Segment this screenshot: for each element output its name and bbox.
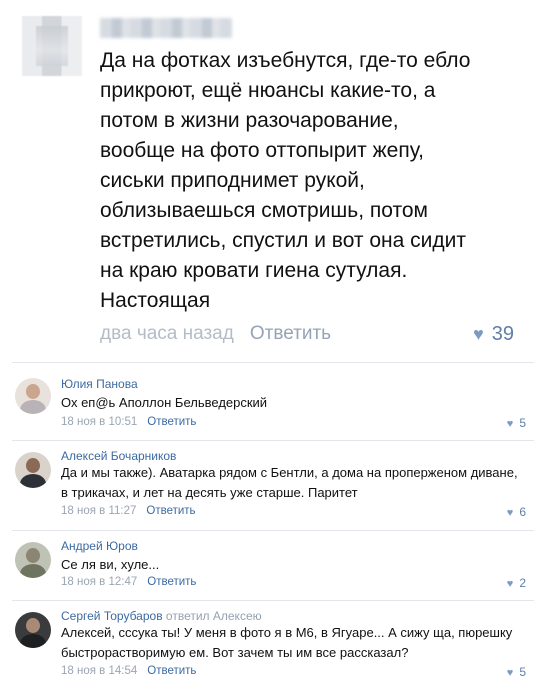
comment-text: Ох еп@ь Аполлон Бельведерский <box>61 393 531 413</box>
comment-time[interactable]: 18 ноя в 11:27 <box>61 505 136 517</box>
like-button[interactable]: ♥ 2 <box>507 576 526 590</box>
comment-line: Алексей, сссука ты! У меня в фото я в М6… <box>61 625 513 640</box>
comment-item: Алексей Бочарников Да и мы также). Авата… <box>0 446 542 526</box>
comment-line: Ох еп@ь Аполлон Бельведерский <box>61 395 268 410</box>
comment-line: Да и мы также). Аватарка рядом с Бентли,… <box>61 465 518 480</box>
heart-icon: ♥ <box>506 667 514 679</box>
comment-line: встретились, спустил и вот она сидит <box>100 229 466 252</box>
comment-time[interactable]: два часа назад <box>100 323 234 344</box>
like-button[interactable]: ♥ 5 <box>507 665 526 679</box>
author-name[interactable]: Алексей Бочарников <box>61 449 176 463</box>
like-button[interactable]: ♥ 6 <box>507 505 526 519</box>
like-button[interactable]: ♥ 39 <box>473 323 514 346</box>
comment-text: Да и мы также). Аватарка рядом с Бентли,… <box>61 463 531 503</box>
blurred-author-name[interactable] <box>100 18 232 38</box>
comment-meta: 18 ноя в 14:54 Ответить <box>61 665 196 677</box>
divider <box>12 440 534 441</box>
comment-text: Се ля ви, хуле... <box>61 555 531 575</box>
comment-meta: два часа назад Ответить <box>100 323 331 345</box>
comment-line: потом в жизни разочарование, <box>100 109 399 132</box>
like-button[interactable]: ♥ 5 <box>507 416 526 430</box>
comment-line: в трикачах, и лет на десять уже старше. … <box>61 485 358 500</box>
comment-line: сиськи приподнимет рукой, <box>100 169 365 192</box>
comment-meta: 18 ноя в 10:51 Ответить <box>61 416 196 428</box>
reply-button[interactable]: Ответить <box>146 505 195 517</box>
comment-line: облизываешься смотришь, потом <box>100 199 428 222</box>
divider <box>12 362 534 363</box>
author-name-link[interactable]: Сергей Торубаров <box>61 609 163 623</box>
comment-item: Сергей Торубаров ответил Алексею Алексей… <box>0 606 542 686</box>
avatar[interactable] <box>15 378 51 414</box>
heart-icon: ♥ <box>506 507 514 519</box>
comment-time[interactable]: 18 ноя в 14:54 <box>61 665 137 677</box>
comment-item: Андрей Юров Се ля ви, хуле... 18 ноя в 1… <box>0 536 542 596</box>
heart-icon: ♥ <box>473 324 484 344</box>
author-name[interactable]: Андрей Юров <box>61 539 138 553</box>
avatar[interactable] <box>15 612 51 648</box>
blurred-avatar[interactable] <box>22 16 82 76</box>
reply-button[interactable]: Ответить <box>147 416 196 428</box>
comment-time[interactable]: 18 ноя в 12:47 <box>61 576 137 588</box>
heart-icon: ♥ <box>506 418 514 430</box>
like-count: 6 <box>519 505 526 519</box>
comment-line: Настоящая <box>100 289 211 312</box>
comment-line: Да на фотках изъебнутся, где-то ебло <box>100 49 471 72</box>
divider <box>12 530 534 531</box>
like-count: 2 <box>519 576 526 590</box>
reply-button[interactable]: Ответить <box>147 576 196 588</box>
comment-time[interactable]: 18 ноя в 10:51 <box>61 416 137 428</box>
avatar[interactable] <box>15 452 51 488</box>
featured-comment: Да на фотках изъебнутся, где-то ебло при… <box>0 0 542 362</box>
featured-comment-text: Да на фотках изъебнутся, где-то ебло при… <box>100 46 520 316</box>
comment-meta: 18 ноя в 11:27 Ответить <box>61 505 196 517</box>
like-count: 5 <box>519 416 526 430</box>
like-count: 5 <box>519 665 526 679</box>
comment-line: прикроют, ещё нюансы какие-то, а <box>100 79 436 102</box>
comment-item: Юлия Панова Ох еп@ь Аполлон Бельведерски… <box>0 372 542 442</box>
avatar[interactable] <box>15 542 51 578</box>
heart-icon: ♥ <box>506 578 514 590</box>
comment-text: Алексей, сссука ты! У меня в фото я в М6… <box>61 623 531 663</box>
comment-line: вообще на фото оттопырит жепу, <box>100 139 424 162</box>
reply-target[interactable]: ответил Алексею <box>166 609 262 623</box>
divider <box>12 600 534 601</box>
author-name: Сергей Торубаров ответил Алексею <box>61 609 262 623</box>
comment-line: на краю кровати гиена сутулая. <box>100 259 408 282</box>
comment-meta: 18 ноя в 12:47 Ответить <box>61 576 196 588</box>
reply-button[interactable]: Ответить <box>147 665 196 677</box>
comment-line: Се ля ви, хуле... <box>61 557 160 572</box>
author-name[interactable]: Юлия Панова <box>61 377 138 391</box>
like-count: 39 <box>491 323 514 345</box>
reply-button[interactable]: Ответить <box>250 323 331 344</box>
comment-line: быстрорастворимую ем. Вот зачем ты им вс… <box>61 645 409 660</box>
